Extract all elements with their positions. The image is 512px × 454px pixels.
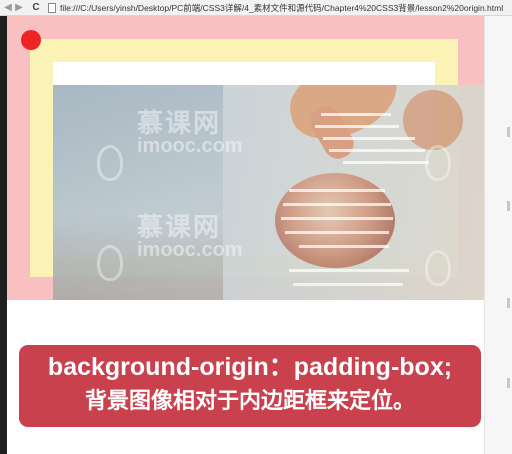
origin-marker-dot [21, 30, 41, 50]
gutter-mark [507, 201, 510, 211]
page-icon [48, 3, 56, 13]
image-text-line [299, 245, 389, 248]
image-text-line [293, 283, 403, 286]
gutter-mark [507, 378, 510, 388]
image-text-line [289, 189, 385, 192]
image-text-line [315, 125, 399, 128]
caption-explanation: 背景图像相对于内边距框来定位。 [84, 389, 415, 414]
caption-banner: background-origin：padding-box; 背景图像相对于内边… [19, 345, 481, 427]
caption-css-rule: background-origin：padding-box; [47, 353, 453, 381]
image-text-line [283, 203, 391, 206]
image-text-line [285, 231, 389, 234]
image-text-line [289, 269, 409, 272]
right-gutter [484, 16, 512, 454]
watermark-flame-icon [97, 145, 123, 181]
browser-toolbar: ◀ ▶ C file:///C:/Users/yinsh/Desktop/PC前… [0, 0, 512, 16]
watermark-en: imooc.com [137, 135, 243, 157]
gutter-mark [507, 127, 510, 137]
gutter-mark [507, 298, 510, 308]
watermark-flame-icon [97, 245, 123, 281]
image-hand-right [403, 90, 463, 150]
arrow-left-icon[interactable]: ◀ [3, 2, 13, 14]
arrow-right-icon[interactable]: ▶ [14, 2, 24, 14]
watermark-en: imooc.com [137, 239, 243, 261]
image-text-line [321, 113, 391, 116]
window-left-edge [0, 16, 7, 454]
image-text-line [329, 149, 425, 152]
image-text-line [323, 137, 415, 140]
background-image: 慕课网 imooc.com 慕课网 imooc.com [53, 85, 484, 300]
image-text-line [343, 161, 429, 164]
image-magnifier-lens [275, 173, 395, 268]
watermark-flame-icon [425, 145, 451, 181]
address-bar[interactable]: file:///C:/Users/yinsh/Desktop/PC前端/CSS3… [60, 1, 503, 15]
reload-icon[interactable]: C [31, 2, 41, 14]
image-text-line [281, 217, 393, 220]
watermark-flame-icon [425, 250, 451, 286]
